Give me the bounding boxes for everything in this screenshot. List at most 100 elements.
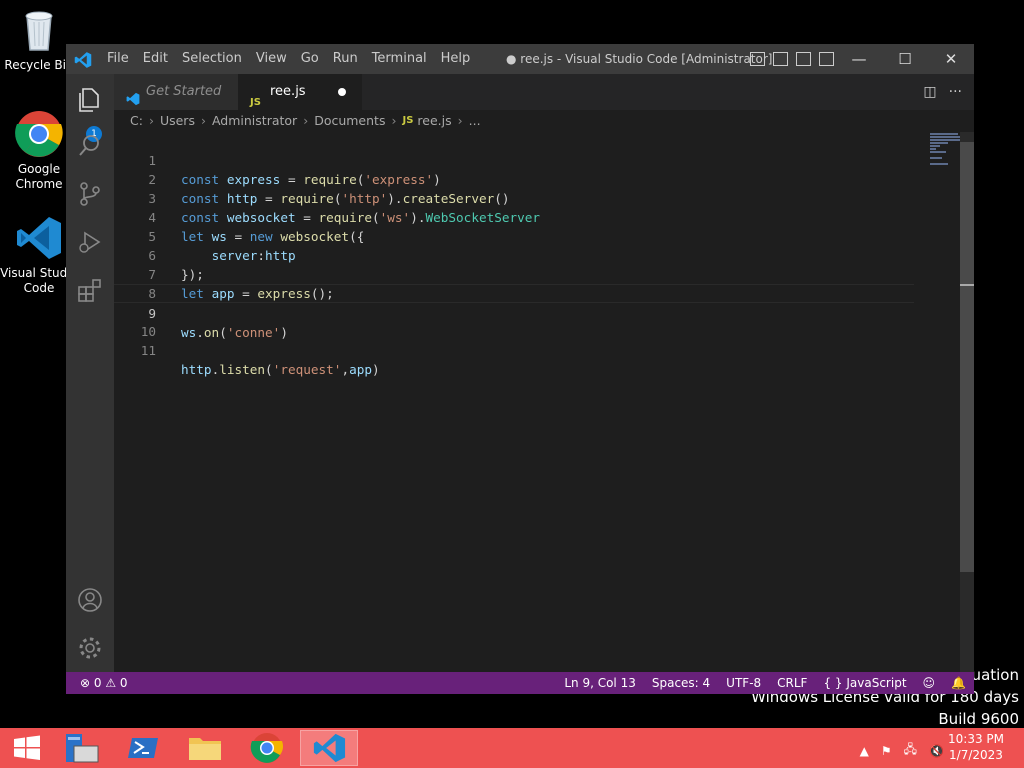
chrome-icon xyxy=(15,110,63,158)
breadcrumb-item[interactable]: Documents xyxy=(314,110,385,132)
notifications-bell-icon[interactable]: 🔔 xyxy=(951,672,966,694)
breadcrumb: C: › Users › Administrator › Documents › JS r… xyxy=(114,110,926,132)
more-actions-icon[interactable]: ··· xyxy=(949,84,962,100)
vscode-taskbar-icon[interactable] xyxy=(300,730,358,766)
recycle-bin-icon xyxy=(15,6,63,54)
language-mode[interactable]: { } JavaScript xyxy=(823,672,906,694)
toggle-secondary-sidebar-icon[interactable] xyxy=(796,52,811,66)
menu-terminal[interactable]: Terminal xyxy=(365,44,434,74)
vertical-scrollbar[interactable] xyxy=(960,132,974,672)
chevron-right-icon: › xyxy=(148,113,154,128)
scrollbar-cursor-marker xyxy=(960,284,974,286)
search-icon[interactable] xyxy=(76,132,104,160)
accounts-icon[interactable] xyxy=(76,586,104,614)
menu-run[interactable]: Run xyxy=(326,44,365,74)
layout-controls xyxy=(750,52,834,66)
toggle-panel-icon[interactable] xyxy=(773,52,788,66)
code-line-current[interactable]: 9 ws.on('conne') xyxy=(114,284,914,340)
title-bar: File Edit Selection View Go Run Terminal… xyxy=(66,44,974,74)
code-editor[interactable]: 1 const express = require('express') 2 c… xyxy=(114,132,926,672)
clock-date: 1/7/2023 xyxy=(949,748,1003,762)
indentation[interactable]: Spaces: 4 xyxy=(652,672,710,694)
chrome-taskbar-icon[interactable] xyxy=(238,730,296,766)
settings-gear-icon[interactable] xyxy=(76,634,104,662)
chevron-right-icon: › xyxy=(457,113,463,128)
volume-muted-icon[interactable]: 🔇 xyxy=(929,744,944,758)
minimize-icon[interactable]: — xyxy=(836,44,882,74)
start-button[interactable] xyxy=(0,730,58,766)
server-manager-icon[interactable] xyxy=(52,730,110,766)
watermark-line: Build 9600 xyxy=(938,710,1019,728)
menu-view[interactable]: View xyxy=(249,44,294,74)
tab-label: ree.js xyxy=(270,84,306,99)
action-center-flag-icon[interactable]: ⚑ xyxy=(881,744,892,758)
activity-bar: 1 xyxy=(66,74,114,672)
system-tray: ▲ ⚑ 🖧 🔇 xyxy=(860,740,944,761)
unsaved-dot-icon[interactable] xyxy=(338,88,346,96)
vscode-logo-icon xyxy=(74,51,92,69)
vscode-tab-icon xyxy=(126,85,140,106)
menu-bar: File Edit Selection View Go Run Terminal… xyxy=(100,44,477,74)
tab-get-started[interactable]: Get Started xyxy=(114,74,238,110)
status-bar: ⊗ 0 ⚠ 0 Ln 9, Col 13 Spaces: 4 UTF-8 CRL… xyxy=(66,672,974,694)
chevron-right-icon: › xyxy=(200,113,206,128)
scrollbar-thumb[interactable] xyxy=(960,142,974,572)
customize-layout-icon[interactable] xyxy=(819,52,834,66)
code-line[interactable]: 1 const express = require('express') xyxy=(114,132,914,187)
encoding[interactable]: UTF-8 xyxy=(726,672,761,694)
chevron-right-icon: › xyxy=(391,113,397,128)
clock-time: 10:33 PM xyxy=(948,732,1004,746)
toggle-sidebar-icon[interactable] xyxy=(750,52,765,66)
minimap[interactable] xyxy=(926,132,962,672)
feedback-icon[interactable]: ☺ xyxy=(923,672,936,694)
extensions-icon[interactable] xyxy=(76,276,104,304)
menu-help[interactable]: Help xyxy=(434,44,478,74)
menu-go[interactable]: Go xyxy=(294,44,326,74)
run-debug-icon[interactable] xyxy=(76,228,104,256)
close-icon[interactable]: ✕ xyxy=(928,44,974,74)
code-line[interactable]: 7 let app = express(); xyxy=(114,246,914,301)
code-line[interactable]: 4 let ws = new websocket({ xyxy=(114,189,914,244)
vscode-window: File Edit Selection View Go Run Terminal… xyxy=(66,44,974,694)
code-line[interactable]: 2 const http = require('http').createSer… xyxy=(114,151,914,206)
powershell-icon[interactable] xyxy=(114,730,172,766)
code-text: http.listen('request',app) xyxy=(181,362,380,377)
menu-edit[interactable]: Edit xyxy=(136,44,175,74)
breadcrumb-item[interactable]: ree.js xyxy=(417,110,451,132)
maximize-icon[interactable]: ☐ xyxy=(882,44,928,74)
line-number: 11 xyxy=(140,343,156,358)
code-line[interactable]: 10 xyxy=(114,303,914,339)
split-editor-icon[interactable]: ◫ xyxy=(923,84,936,100)
code-line[interactable]: 6 }); xyxy=(114,227,914,282)
file-explorer-icon[interactable] xyxy=(176,730,234,766)
code-line[interactable]: 3 const websocket = require('ws').WebSoc… xyxy=(114,170,914,225)
tab-bar: Get Started JS ree.js ◫ ··· xyxy=(114,74,974,110)
code-line[interactable]: 8 xyxy=(114,265,914,301)
js-file-icon: JS xyxy=(250,97,261,108)
menu-selection[interactable]: Selection xyxy=(175,44,249,74)
window-title: ● ree.js - Visual Studio Code [Administr… xyxy=(506,52,773,66)
js-file-icon: JS xyxy=(402,115,414,126)
end-of-line[interactable]: CRLF xyxy=(777,672,807,694)
code-line[interactable]: 5 server:http xyxy=(114,208,914,263)
code-line[interactable]: 11 http.listen('request',app) xyxy=(114,322,914,377)
show-hidden-icons-icon[interactable]: ▲ xyxy=(860,744,869,758)
editor-actions: ◫ ··· xyxy=(923,74,962,110)
problems-indicator[interactable]: ⊗ 0 ⚠ 0 xyxy=(80,672,128,694)
network-icon[interactable]: 🖧 xyxy=(904,740,917,761)
breadcrumb-item[interactable]: Users xyxy=(160,110,195,132)
source-control-icon[interactable] xyxy=(76,180,104,208)
menu-file[interactable]: File xyxy=(100,44,136,74)
status-bar-right: Ln 9, Col 13 Spaces: 4 UTF-8 CRLF { } Ja… xyxy=(564,672,966,694)
breadcrumb-item[interactable]: ... xyxy=(469,110,481,132)
explorer-icon[interactable] xyxy=(76,86,104,114)
breadcrumb-item[interactable]: C: xyxy=(130,110,143,132)
window-controls: — ☐ ✕ xyxy=(836,44,974,74)
vscode-icon xyxy=(15,214,63,262)
tab-ree-js[interactable]: JS ree.js xyxy=(238,74,362,110)
taskbar: ▲ ⚑ 🖧 🔇 10:33 PM 1/7/2023 xyxy=(0,728,1024,768)
cursor-position[interactable]: Ln 9, Col 13 xyxy=(564,672,636,694)
clock[interactable]: 10:33 PM 1/7/2023 xyxy=(948,731,1004,763)
breadcrumb-item[interactable]: Administrator xyxy=(212,110,297,132)
chevron-right-icon: › xyxy=(303,113,309,128)
